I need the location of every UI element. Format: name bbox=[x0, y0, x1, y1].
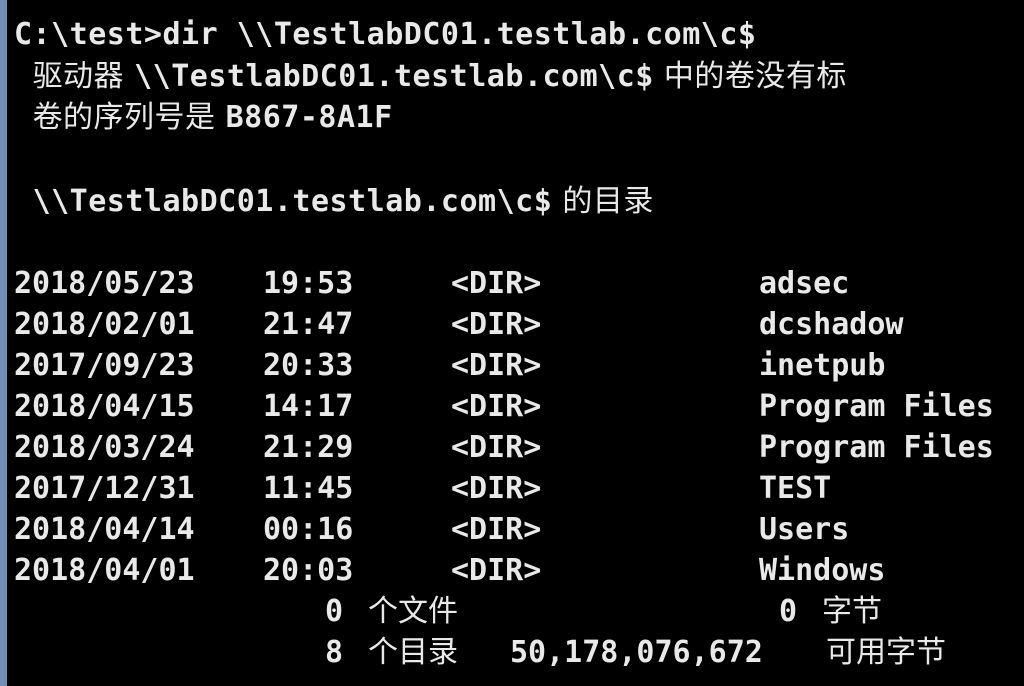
list-item: 2018/04/14 00:16 <DIR> Users bbox=[14, 509, 1024, 550]
entry-time: 11:45 bbox=[263, 471, 354, 506]
files-count: 0 bbox=[325, 594, 344, 629]
entry-time: 14:17 bbox=[263, 389, 354, 424]
directory-of-line: \\TestlabDC01.testlab.com\c$ 的目录 bbox=[14, 181, 654, 222]
command-line: C:\test>dir \\TestlabDC01.testlab.com\c$ bbox=[14, 17, 757, 52]
volume-path: \\TestlabDC01.testlab.com\c$ bbox=[134, 59, 654, 94]
list-item: 2018/04/15 14:17 <DIR> Program Files bbox=[14, 386, 1024, 427]
entry-name: TEST bbox=[759, 471, 832, 506]
entry-type: <DIR> bbox=[451, 348, 542, 383]
entry-date: 2018/04/01 bbox=[14, 553, 195, 588]
files-label: 个文件 bbox=[368, 594, 458, 629]
list-item: 2018/05/23 19:53 <DIR> adsec bbox=[14, 263, 1024, 304]
entry-date: 2018/02/01 bbox=[14, 307, 195, 342]
entry-time: 21:29 bbox=[263, 430, 354, 465]
console-window[interactable]: C:\test>dir \\TestlabDC01.testlab.com\c$… bbox=[0, 0, 1024, 686]
dirs-count: 8 bbox=[325, 635, 344, 670]
entry-date: 2017/12/31 bbox=[14, 471, 195, 506]
entry-type: <DIR> bbox=[451, 512, 542, 547]
dirs-label: 个目录 bbox=[368, 635, 458, 670]
entry-date: 2018/05/23 bbox=[14, 266, 195, 301]
free-bytes: 50,178,076,672 bbox=[510, 635, 763, 670]
entry-name: Windows bbox=[759, 553, 886, 588]
entry-name: dcshadow bbox=[759, 307, 904, 342]
entry-time: 21:47 bbox=[263, 307, 354, 342]
directory-suffix: 的目录 bbox=[552, 184, 654, 219]
entry-name: Program Files bbox=[759, 389, 994, 424]
entry-name: Program Files bbox=[759, 430, 994, 465]
list-item: 2017/12/31 11:45 <DIR> TEST bbox=[14, 468, 1024, 509]
files-bytes: 0 bbox=[779, 594, 798, 629]
list-item: 2018/03/24 21:29 <DIR> Program Files bbox=[14, 427, 1024, 468]
files-bytes-label: 字节 bbox=[822, 594, 882, 629]
entry-date: 2018/04/15 bbox=[14, 389, 195, 424]
entry-type: <DIR> bbox=[451, 430, 542, 465]
serial-line: 卷的序列号是 B867-8A1F bbox=[14, 97, 393, 138]
serial-value: B867-8A1F bbox=[225, 100, 393, 135]
entry-time: 20:03 bbox=[263, 553, 354, 588]
list-item: 2018/04/01 20:03 <DIR> Windows bbox=[14, 550, 1024, 591]
serial-label: 卷的序列号是 bbox=[32, 100, 226, 135]
free-bytes-label: 可用字节 bbox=[826, 635, 946, 670]
entry-time: 00:16 bbox=[263, 512, 354, 547]
volume-suffix: 中的卷没有标 bbox=[653, 59, 847, 94]
volume-line: 驱动器 \\TestlabDC01.testlab.com\c$ 中的卷没有标 bbox=[14, 56, 847, 97]
dirs-summary: 8 个目录 50,178,076,672 可用字节 bbox=[14, 632, 1024, 673]
directory-path: \\TestlabDC01.testlab.com\c$ bbox=[32, 184, 553, 219]
entry-time: 19:53 bbox=[263, 266, 354, 301]
files-summary: 0 个文件 0 字节 bbox=[14, 591, 1024, 632]
entry-date: 2017/09/23 bbox=[14, 348, 195, 383]
list-item: 2017/09/23 20:33 <DIR> inetpub bbox=[14, 345, 1024, 386]
entry-type: <DIR> bbox=[451, 307, 542, 342]
entry-name: inetpub bbox=[759, 348, 886, 383]
volume-prefix: 驱动器 bbox=[32, 59, 135, 94]
entry-date: 2018/04/14 bbox=[14, 512, 195, 547]
entry-name: Users bbox=[759, 512, 850, 547]
entry-type: <DIR> bbox=[451, 471, 542, 506]
entry-name: adsec bbox=[759, 266, 850, 301]
window-edge bbox=[0, 0, 7, 686]
list-item: 2018/02/01 21:47 <DIR> dcshadow bbox=[14, 304, 1024, 345]
entry-type: <DIR> bbox=[451, 553, 542, 588]
entry-date: 2018/03/24 bbox=[14, 430, 195, 465]
entry-type: <DIR> bbox=[451, 389, 542, 424]
entry-time: 20:33 bbox=[263, 348, 354, 383]
entry-type: <DIR> bbox=[451, 266, 542, 301]
